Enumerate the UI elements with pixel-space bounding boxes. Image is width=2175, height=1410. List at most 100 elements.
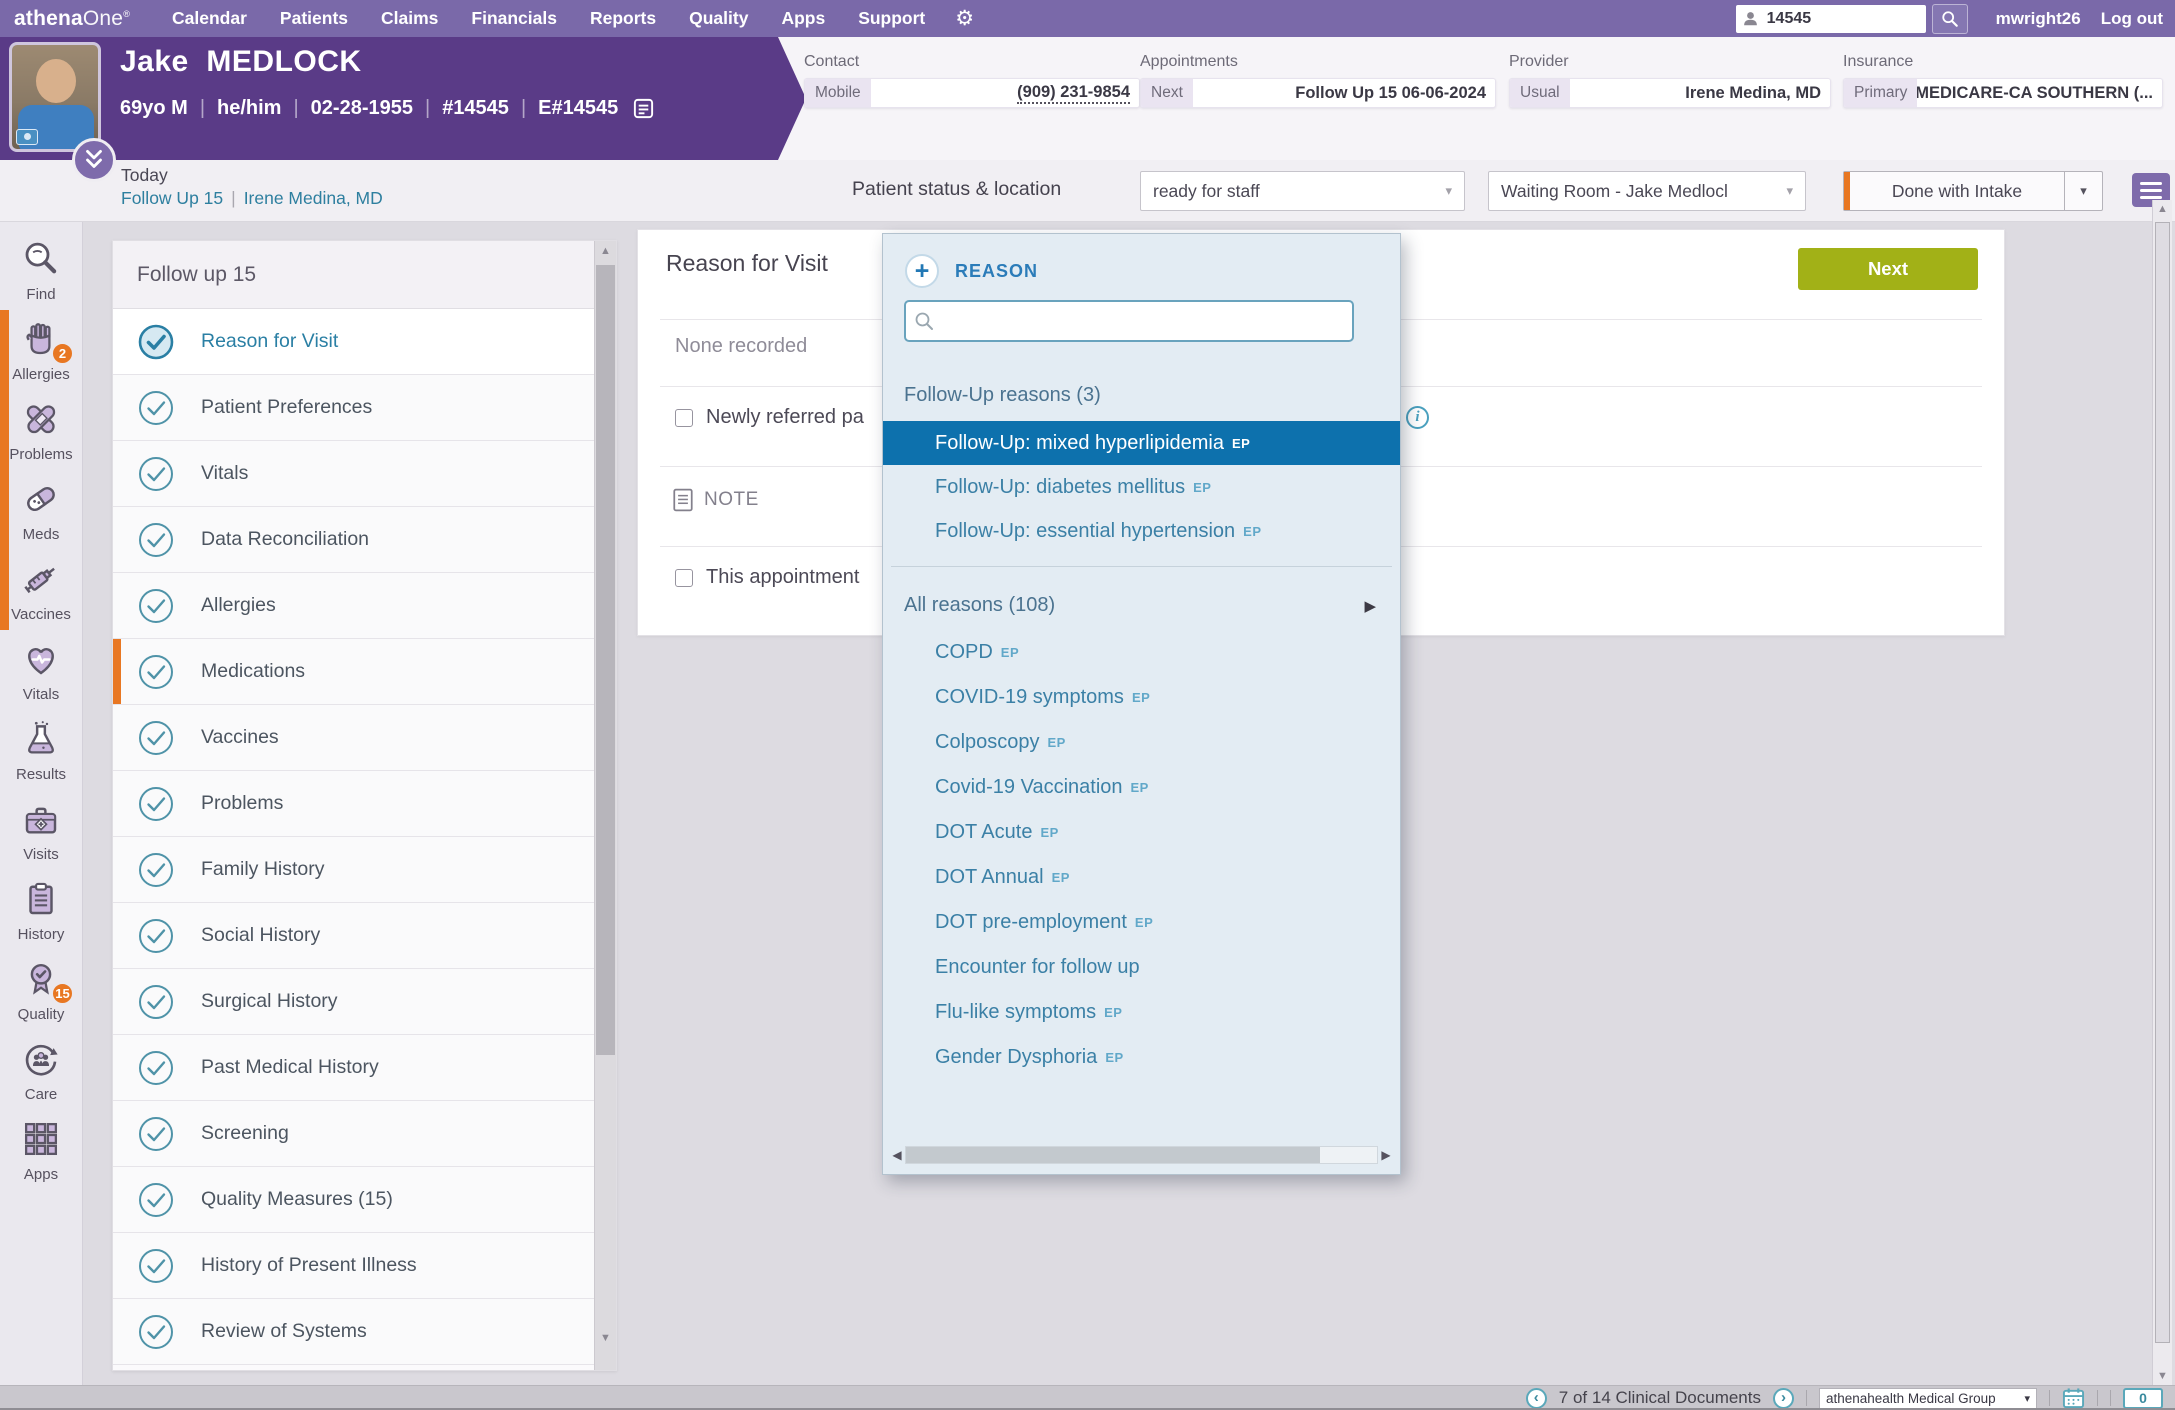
logout-link[interactable]: Log out — [2101, 9, 2163, 29]
add-reason-row[interactable]: + REASON — [905, 254, 1038, 288]
reason-option[interactable]: DOT pre-employment EP — [883, 900, 1400, 945]
all-reasons-header[interactable]: All reasons (108) ▶ — [904, 594, 1376, 617]
patient-photo[interactable] — [9, 42, 101, 152]
note-icon[interactable] — [632, 97, 655, 120]
patient-status-select[interactable]: ready for staff▾ — [1140, 171, 1465, 211]
rail-item[interactable]: Visits — [0, 790, 82, 870]
note-row[interactable]: NOTE — [672, 488, 759, 512]
top-menu-item[interactable]: Apps — [781, 8, 825, 29]
checklist-scrollbar[interactable]: ▲ ▼ — [594, 241, 616, 1370]
reason-option[interactable]: COPD EP — [883, 630, 1400, 675]
demographic-item: 02-28-1955 — [281, 97, 413, 120]
checklist-item[interactable]: Vitals — [113, 441, 616, 507]
organization-select[interactable]: athenahealth Medical Group ▾ — [1819, 1388, 2037, 1409]
page-scrollbar[interactable]: ▲ ▼ — [2152, 200, 2172, 1385]
rail-item-label: Meds — [23, 526, 60, 543]
rail-item[interactable]: Problems — [0, 390, 82, 470]
appointment-link[interactable]: Follow Up 15 — [121, 188, 223, 208]
checklist-item[interactable]: Patient Preferences — [113, 375, 616, 441]
top-menu-item[interactable]: Quality — [689, 8, 748, 29]
calendar-icon[interactable] — [2062, 1387, 2085, 1409]
reason-option-label: DOT Annual — [935, 866, 1044, 889]
reason-option[interactable]: DOT Acute EP — [883, 810, 1400, 855]
scroll-track[interactable] — [905, 1146, 1378, 1164]
rail-item[interactable]: Vitals — [0, 630, 82, 710]
reason-option[interactable]: Flu-like symptoms EP — [883, 990, 1400, 1035]
dropdown-horizontal-scrollbar[interactable]: ◀ ▶ — [889, 1144, 1394, 1166]
previous-document-button[interactable]: ‹ — [1526, 1388, 1547, 1409]
rail-item[interactable]: Meds — [0, 470, 82, 550]
checklist-item[interactable]: Surgical History — [113, 969, 616, 1035]
provider-link[interactable]: Irene Medina, MD — [244, 188, 383, 208]
this-appointment-checkbox[interactable] — [675, 569, 693, 587]
rail-item[interactable]: Quality 15 — [0, 950, 82, 1030]
search-input[interactable] — [1767, 10, 1897, 28]
top-menu-item[interactable]: Support — [858, 8, 925, 29]
checklist-item[interactable]: Allergies — [113, 573, 616, 639]
insurance-box[interactable]: PrimaryMEDICARE-CA SOUTHERN (... — [1843, 78, 2163, 108]
checklist-item[interactable]: Social History — [113, 903, 616, 969]
rail-item[interactable]: Find — [0, 230, 82, 310]
checklist-item[interactable]: Vaccines — [113, 705, 616, 771]
top-menu-item[interactable]: Reports — [590, 8, 656, 29]
scroll-left-icon[interactable]: ◀ — [889, 1148, 905, 1162]
checklist-item[interactable]: Review of Systems — [113, 1299, 616, 1365]
appointments-box[interactable]: NextFollow Up 15 06-06-2024 — [1140, 78, 1496, 108]
checklist-item[interactable]: Screening — [113, 1101, 616, 1167]
top-menu-item[interactable]: Financials — [471, 8, 557, 29]
checklist-item[interactable]: Medications — [113, 639, 616, 705]
checklist-item-label: Screening — [201, 1122, 289, 1145]
collapse-banner-button[interactable] — [72, 138, 116, 182]
rail-item[interactable]: Allergies 2 — [0, 310, 82, 390]
gear-icon[interactable]: ⚙ — [955, 8, 974, 29]
intake-dropdown-arrow[interactable]: ▾ — [2064, 172, 2102, 210]
rail-item[interactable]: Apps — [0, 1110, 82, 1190]
reason-option[interactable]: COVID-19 symptoms EP — [883, 675, 1400, 720]
top-menu-item[interactable]: Claims — [381, 8, 438, 29]
checklist-item[interactable]: History of Present Illness — [113, 1233, 616, 1299]
rail-item[interactable]: History — [0, 870, 82, 950]
camera-icon[interactable] — [16, 129, 38, 145]
reason-search-input[interactable] — [904, 300, 1354, 342]
scroll-right-icon[interactable]: ▶ — [1378, 1148, 1394, 1162]
rail-item[interactable]: Results — [0, 710, 82, 790]
info-icon[interactable]: i — [1406, 406, 1429, 429]
checklist-item[interactable]: Reason for Visit — [113, 309, 616, 375]
scroll-down-icon[interactable]: ▼ — [595, 1332, 616, 1344]
reason-option[interactable]: Gender Dysphoria EP — [883, 1035, 1400, 1080]
insurance-label: Insurance — [1843, 53, 2163, 71]
rail-item[interactable]: Vaccines — [0, 550, 82, 630]
notification-counter[interactable]: 0 — [2123, 1388, 2163, 1409]
scroll-up-icon[interactable]: ▲ — [595, 245, 616, 257]
checklist-item[interactable]: Data Reconciliation — [113, 507, 616, 573]
next-button[interactable]: Next — [1798, 248, 1978, 290]
reason-option[interactable]: Follow-Up: diabetes mellitus EP — [883, 465, 1400, 509]
scroll-thumb[interactable] — [596, 265, 615, 1055]
scroll-up-icon[interactable]: ▲ — [2153, 203, 2172, 215]
checklist-item[interactable]: Family History — [113, 837, 616, 903]
reason-option[interactable]: Colposcopy EP — [883, 720, 1400, 765]
newly-referred-checkbox[interactable] — [675, 409, 693, 427]
reason-option[interactable]: Covid-19 Vaccination EP — [883, 765, 1400, 810]
rail-item[interactable]: Care — [0, 1030, 82, 1110]
provider-box[interactable]: UsualIrene Medina, MD — [1509, 78, 1831, 108]
scroll-thumb[interactable] — [906, 1147, 1320, 1163]
contact-box[interactable]: Mobile(909) 231-9854 — [804, 78, 1140, 108]
checklist-item[interactable]: Past Medical History — [113, 1035, 616, 1101]
reason-option[interactable]: Follow-Up: mixed hyperlipidemia EP — [883, 421, 1400, 465]
reason-option[interactable]: Encounter for follow up EP — [883, 945, 1400, 990]
checklist-item[interactable]: Quality Measures (15) — [113, 1167, 616, 1233]
scroll-thumb[interactable] — [2155, 222, 2170, 1343]
checklist-item[interactable]: Problems — [113, 771, 616, 837]
username[interactable]: mwright26 — [1996, 9, 2081, 29]
top-menu-item[interactable]: Patients — [280, 8, 348, 29]
search-button[interactable] — [1932, 4, 1968, 34]
athenaone-logo[interactable]: athenaOne® — [14, 7, 130, 31]
done-with-intake-button[interactable]: Done with Intake ▾ — [1843, 171, 2103, 211]
top-menu-item[interactable]: Calendar — [172, 8, 247, 29]
next-document-button[interactable]: › — [1773, 1388, 1794, 1409]
patient-location-select[interactable]: Waiting Room - Jake Medlocl▾ — [1488, 171, 1806, 211]
reason-option[interactable]: Follow-Up: essential hypertension EP — [883, 509, 1400, 553]
reason-option[interactable]: DOT Annual EP — [883, 855, 1400, 900]
scroll-down-icon[interactable]: ▼ — [2153, 1370, 2172, 1382]
